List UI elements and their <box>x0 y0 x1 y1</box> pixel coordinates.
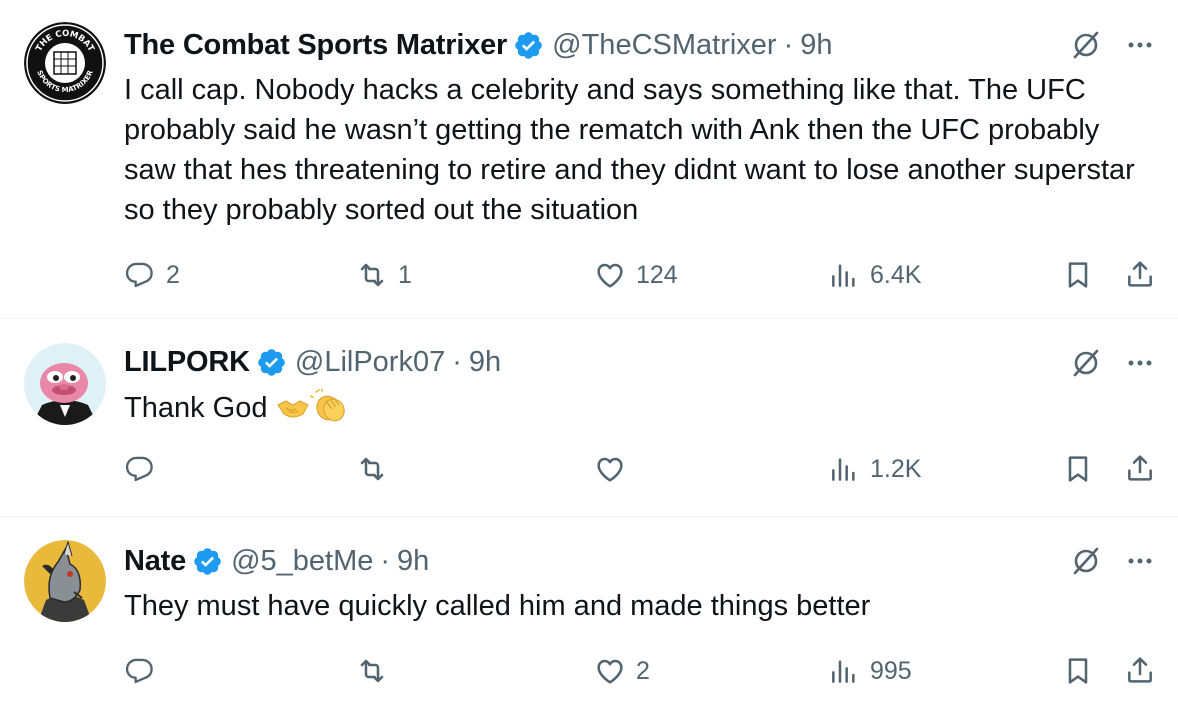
views-icon <box>828 655 860 687</box>
like-icon <box>594 259 626 291</box>
separator: · <box>380 544 391 577</box>
like-button[interactable]: 2 <box>594 653 650 689</box>
more-icon[interactable] <box>1122 345 1158 381</box>
repost-count: 1 <box>398 260 412 289</box>
tweet-header: LILPORK @LilPork07 · 9h <box>124 342 501 382</box>
tweet-text: I call cap. Nobody hacks a celebrity and… <box>124 74 1135 226</box>
clapping-hands-emoji-icon <box>308 388 348 434</box>
more-icon[interactable] <box>1122 543 1158 579</box>
repost-icon <box>356 453 388 485</box>
tweet[interactable]: LILPORK @LilPork07 · 9h Thank God 1.2K <box>0 318 1178 517</box>
avatar[interactable]: THE COMBAT SPORTS MATRIXER <box>24 22 106 104</box>
repost-icon <box>356 655 388 687</box>
timestamp[interactable]: 9h <box>397 545 429 578</box>
reply-button[interactable] <box>124 451 166 487</box>
verified-badge-icon <box>192 546 223 577</box>
like-icon <box>594 655 626 687</box>
grok-icon[interactable] <box>1068 27 1104 63</box>
timestamp[interactable]: 9h <box>800 29 832 62</box>
repost-button[interactable]: 1 <box>356 257 412 293</box>
reply-count: 2 <box>166 260 180 289</box>
views-count: 6.4K <box>870 260 922 289</box>
handle[interactable]: @LilPork07 <box>295 346 445 379</box>
views-button[interactable]: 6.4K <box>828 257 921 293</box>
repost-button[interactable] <box>356 653 398 689</box>
display-name[interactable]: LILPORK <box>124 346 250 379</box>
reply-button[interactable]: 2 <box>124 257 180 293</box>
views-icon <box>828 453 860 485</box>
more-icon[interactable] <box>1122 27 1158 63</box>
verified-badge-icon <box>256 347 287 378</box>
grok-icon[interactable] <box>1068 345 1104 381</box>
bookmark-icon[interactable] <box>1062 655 1094 687</box>
bookmark-icon[interactable] <box>1062 259 1094 291</box>
handshake-emoji-icon <box>276 393 310 434</box>
share-icon[interactable] <box>1124 258 1156 290</box>
views-button[interactable]: 1.2K <box>828 451 921 487</box>
like-button[interactable]: 124 <box>594 257 678 293</box>
tweet-text: Thank God <box>124 392 268 424</box>
display-name[interactable]: The Combat Sports Matrixer <box>124 29 507 62</box>
like-button[interactable] <box>594 451 636 487</box>
bookmark-icon[interactable] <box>1062 453 1094 485</box>
reply-button[interactable] <box>124 653 166 689</box>
share-icon[interactable] <box>1124 452 1156 484</box>
repost-icon <box>356 259 388 291</box>
separator: · <box>452 345 462 378</box>
reply-icon <box>124 259 156 291</box>
reply-icon <box>124 655 156 687</box>
reply-icon <box>124 453 156 485</box>
views-icon <box>828 259 860 291</box>
verified-badge-icon <box>513 30 544 61</box>
avatar[interactable] <box>24 540 106 622</box>
views-count: 1.2K <box>870 454 922 483</box>
views-button[interactable]: 995 <box>828 653 912 689</box>
share-icon[interactable] <box>1124 654 1156 686</box>
tweet-header: Nate @5_betMe · 9h <box>124 541 429 581</box>
handle[interactable]: @5_betMe <box>231 545 373 578</box>
tweet[interactable]: Nate @5_betMe · 9h They must have quickl… <box>0 516 1178 714</box>
display-name[interactable]: Nate <box>124 545 186 578</box>
tweet-header: The Combat Sports Matrixer @TheCSMatrixe… <box>124 25 833 65</box>
tweet[interactable]: THE COMBAT SPORTS MATRIXER The Combat Sp… <box>0 0 1178 319</box>
like-count: 124 <box>636 260 678 289</box>
timestamp[interactable]: 9h <box>469 346 501 379</box>
like-icon <box>594 453 626 485</box>
views-count: 995 <box>870 656 912 685</box>
like-count: 2 <box>636 656 650 685</box>
handle[interactable]: @TheCSMatrixer <box>552 29 776 62</box>
tweet-text-container: Thank God <box>124 388 1154 434</box>
separator: · <box>783 28 794 61</box>
repost-button[interactable] <box>356 451 398 487</box>
tweet-text: They must have quickly called him and ma… <box>124 590 871 622</box>
avatar[interactable] <box>24 343 106 425</box>
grok-icon[interactable] <box>1068 543 1104 579</box>
